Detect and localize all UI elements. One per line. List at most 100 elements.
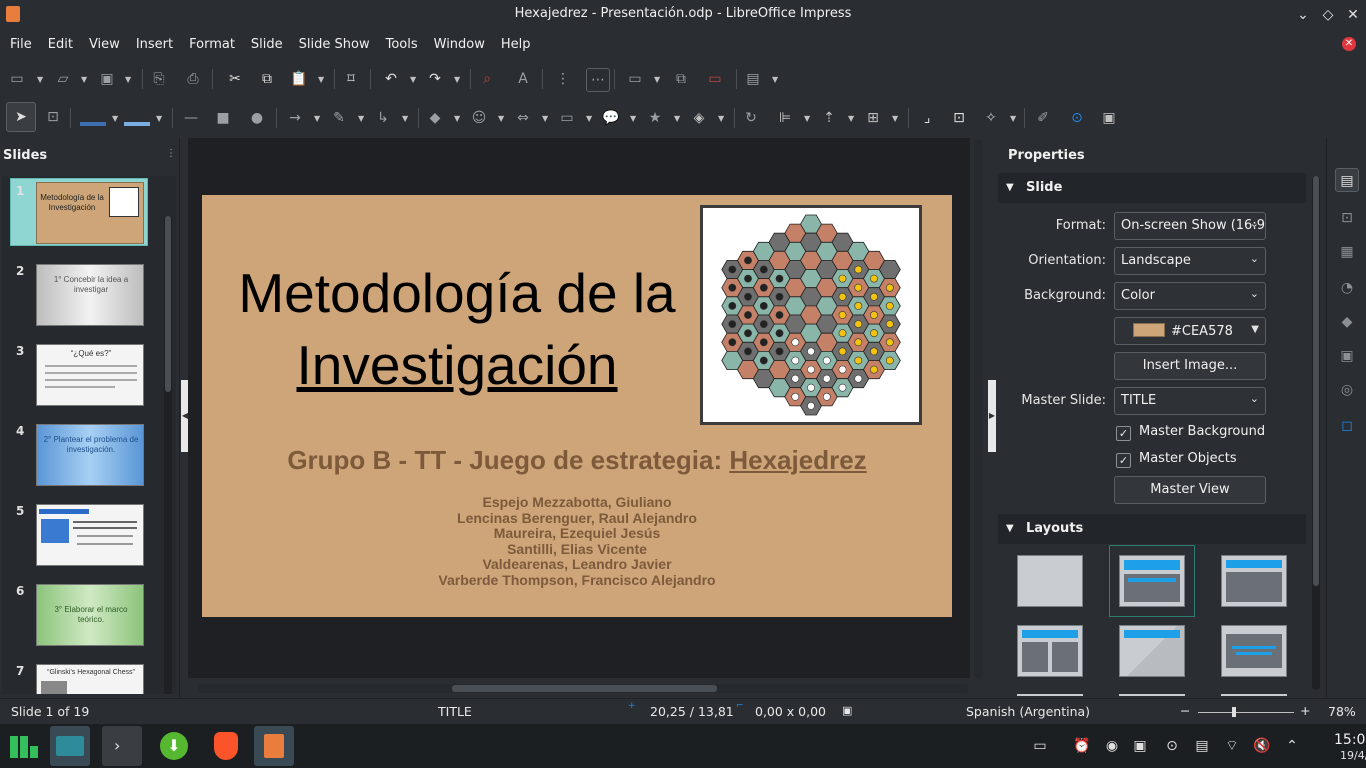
properties-tab-icon[interactable]: ▤: [1335, 168, 1359, 192]
toggle-extrusion-icon[interactable]: ▣: [1100, 109, 1118, 127]
align-dropdown-icon[interactable]: ▼: [804, 114, 810, 123]
slide-thumbnail-3[interactable]: “¿Qué es?”: [36, 344, 144, 406]
callouts-icon[interactable]: 💬: [602, 109, 620, 127]
pane-close-icon[interactable]: ⋮: [166, 148, 176, 159]
fill-color-dropdown-icon[interactable]: ▼: [156, 114, 162, 123]
basic-shapes-icon[interactable]: ◆: [426, 109, 444, 127]
slide-thumbnail-1[interactable]: Metodología de la Investigación: [36, 182, 144, 244]
file-manager-task-icon[interactable]: [50, 726, 90, 766]
arrange-icon[interactable]: ⇡: [820, 109, 838, 127]
flowchart-icon[interactable]: ▭: [558, 109, 576, 127]
volume-muted-icon[interactable]: 🔇: [1252, 736, 1272, 756]
notifications-icon[interactable]: ⏰: [1072, 736, 1092, 756]
clipboard-icon[interactable]: ▤: [1192, 736, 1212, 756]
shadow-icon[interactable]: ⌟: [918, 109, 936, 127]
show-desktop-icon[interactable]: ▭: [1030, 736, 1050, 756]
paste-icon[interactable]: 📋: [290, 70, 308, 88]
save-dropdown-icon[interactable]: ▼: [125, 75, 131, 84]
delete-slide-icon[interactable]: ▭: [706, 70, 724, 88]
master-slides-tab-icon[interactable]: ◔: [1335, 276, 1359, 300]
zoom-slider[interactable]: [1198, 712, 1294, 713]
undo-dropdown-icon[interactable]: ▼: [410, 75, 416, 84]
layout-title-two-content[interactable]: [1017, 625, 1083, 677]
current-slide[interactable]: Metodología de la Investigación Grupo B …: [202, 195, 952, 617]
symbol-shapes-icon[interactable]: ☺: [470, 109, 488, 127]
connectors-dropdown-icon[interactable]: ▼: [402, 114, 408, 123]
lines-arrows-icon[interactable]: →: [286, 109, 304, 127]
paste-dropdown-icon[interactable]: ▼: [318, 75, 324, 84]
vertical-scrollbar[interactable]: [974, 140, 983, 678]
brave-browser-task-icon[interactable]: [206, 726, 246, 766]
fill-color-icon[interactable]: [124, 110, 150, 126]
slide-subtitle[interactable]: Grupo B - TT - Juego de estrategia: Hexa…: [202, 445, 952, 476]
master-objects-checkbox[interactable]: ✓ Master Objects: [1116, 451, 1237, 468]
copy-icon[interactable]: ⧉: [258, 70, 276, 88]
discord-icon[interactable]: ◉: [1102, 736, 1122, 756]
slide-thumbnail-4[interactable]: 2° Plantear el problema de investigación…: [36, 424, 144, 486]
clock-date[interactable]: 19/4/23: [1340, 749, 1366, 762]
minimize-button[interactable]: ⌄: [1292, 4, 1314, 26]
orientation-select[interactable]: Landscape ⌄: [1114, 247, 1266, 275]
layout-centered-text[interactable]: [1221, 625, 1287, 677]
insert-image-button[interactable]: Insert Image...: [1114, 352, 1266, 380]
cut-icon[interactable]: ✂: [226, 70, 244, 88]
manjaro-menu-icon[interactable]: [4, 726, 44, 766]
slide-thumbnail-6[interactable]: 3° Elaborar el marco teórico.: [36, 584, 144, 646]
document-modified-icon[interactable]: ▣: [842, 704, 852, 717]
filter-dropdown-icon[interactable]: ▼: [1010, 114, 1016, 123]
layout-title-slide[interactable]: [1109, 545, 1195, 617]
hexagonal-chess-board-image[interactable]: [700, 205, 922, 425]
glue-points-icon[interactable]: ⊙: [1068, 109, 1086, 127]
slide-transition-tab-icon[interactable]: ⊡: [1335, 206, 1359, 230]
crop-icon[interactable]: ⊡: [950, 109, 968, 127]
zoom-in-icon[interactable]: +: [1300, 703, 1310, 718]
slide-thumbnail-7[interactable]: “Glinski's Hexagonal Chess”: [36, 664, 144, 694]
menu-slide-show[interactable]: Slide Show: [291, 30, 378, 60]
line-icon[interactable]: —: [182, 109, 200, 127]
slide-section-header[interactable]: ▼ Slide: [998, 173, 1306, 203]
stars-dropdown-icon[interactable]: ▼: [674, 114, 680, 123]
maximize-button[interactable]: ◇: [1317, 4, 1339, 26]
display-icon[interactable]: ▣: [1130, 736, 1150, 756]
3d-objects-dropdown-icon[interactable]: ▼: [718, 114, 724, 123]
slides-scrollbar-thumb[interactable]: [165, 216, 171, 392]
layout-blank[interactable]: [1017, 555, 1083, 607]
new-icon[interactable]: ▭: [8, 70, 26, 88]
redo-icon[interactable]: ↷: [426, 70, 444, 88]
impress-task-icon[interactable]: [254, 726, 294, 766]
rectangle-icon[interactable]: ■: [214, 109, 232, 127]
new-slide-icon[interactable]: ▭: [626, 70, 644, 88]
find-replace-icon[interactable]: ⌕: [478, 70, 496, 88]
align-icon[interactable]: ⊫: [776, 109, 794, 127]
menu-help[interactable]: Help: [493, 30, 539, 60]
points-icon[interactable]: ✐: [1034, 109, 1052, 127]
save-icon[interactable]: ▣: [98, 70, 116, 88]
helplines-icon[interactable]: ⋯: [586, 68, 610, 92]
select-arrow-icon[interactable]: ➤: [6, 102, 36, 132]
layouts-section-header[interactable]: ▼ Layouts: [998, 514, 1306, 544]
menu-format[interactable]: Format: [181, 30, 243, 60]
slide-thumbnail-2[interactable]: 1° Concebir la idea a investigar: [36, 264, 144, 326]
zoom-level[interactable]: 78%: [1328, 704, 1356, 719]
background-color-picker[interactable]: #CEA578 ▼: [1114, 317, 1266, 345]
arrange-dropdown-icon[interactable]: ▼: [848, 114, 854, 123]
callouts-dropdown-icon[interactable]: ▼: [630, 114, 636, 123]
close-document-icon[interactable]: ✕: [1342, 37, 1356, 51]
redo-dropdown-icon[interactable]: ▼: [454, 75, 460, 84]
styles-tab-icon[interactable]: ◆: [1335, 310, 1359, 334]
format-select[interactable]: On-screen Show (16:9) ⌄: [1114, 212, 1266, 240]
undo-icon[interactable]: ↶: [382, 70, 400, 88]
master-view-button[interactable]: Master View: [1114, 476, 1266, 504]
horizontal-scrollbar-thumb[interactable]: [452, 685, 717, 692]
menu-tools[interactable]: Tools: [378, 30, 426, 60]
line-color-dropdown-icon[interactable]: ▼: [112, 114, 118, 123]
distribute-icon[interactable]: ⊞: [864, 109, 882, 127]
horizontal-scrollbar[interactable]: [198, 684, 968, 693]
slide-layout-dropdown-icon[interactable]: ▼: [772, 75, 778, 84]
menu-insert[interactable]: Insert: [128, 30, 181, 60]
background-select[interactable]: Color ⌄: [1114, 282, 1266, 310]
basic-shapes-dropdown-icon[interactable]: ▼: [454, 114, 460, 123]
chevron-up-icon[interactable]: ⌃: [1282, 736, 1302, 756]
zoom-out-icon[interactable]: −: [1180, 703, 1190, 718]
block-arrows-dropdown-icon[interactable]: ▼: [542, 114, 548, 123]
